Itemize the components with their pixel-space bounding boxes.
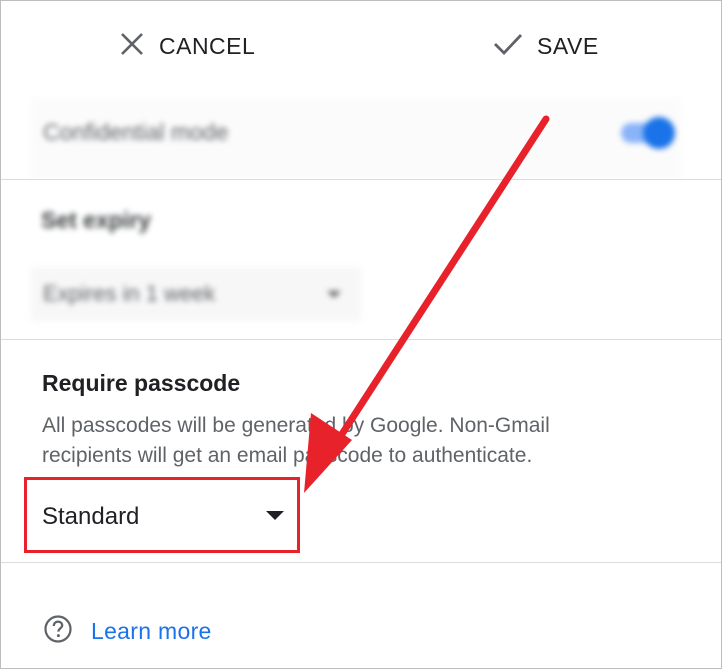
save-button[interactable]: SAVE [493, 31, 599, 61]
passcode-selected-value: Standard [42, 503, 140, 530]
set-expiry-title: Set expiry [41, 207, 151, 233]
passcode-dropdown[interactable]: Standard [42, 497, 292, 541]
dropdown-caret-icon [266, 511, 284, 520]
help-circle-icon [43, 614, 73, 649]
expiry-selected-value: Expires in 1 week [43, 281, 216, 306]
save-label: SAVE [537, 32, 599, 59]
cancel-label: CANCEL [159, 32, 256, 59]
toggle-knob [643, 117, 675, 149]
expiry-dropdown[interactable]: Expires in 1 week [31, 267, 361, 321]
confidential-mode-row[interactable]: Confidential mode [31, 99, 681, 179]
section-divider [1, 179, 721, 180]
section-divider [1, 562, 721, 563]
learn-more-label: Learn more [91, 617, 212, 644]
confidential-mode-dialog: CANCEL SAVE Confidential mode Set expiry… [0, 0, 722, 669]
confidential-mode-label: Confidential mode [43, 119, 229, 145]
chevron-down-icon [327, 291, 341, 298]
passcode-description: All passcodes will be generated by Googl… [42, 414, 550, 467]
close-icon [119, 31, 145, 62]
section-divider [1, 339, 721, 340]
learn-more-link[interactable]: Learn more [43, 614, 212, 649]
confidential-mode-toggle[interactable] [621, 117, 675, 149]
dialog-toolbar: CANCEL SAVE [1, 1, 721, 91]
cancel-button[interactable]: CANCEL [119, 31, 255, 61]
require-passcode-title: Require passcode [42, 370, 241, 396]
check-icon [493, 32, 523, 61]
